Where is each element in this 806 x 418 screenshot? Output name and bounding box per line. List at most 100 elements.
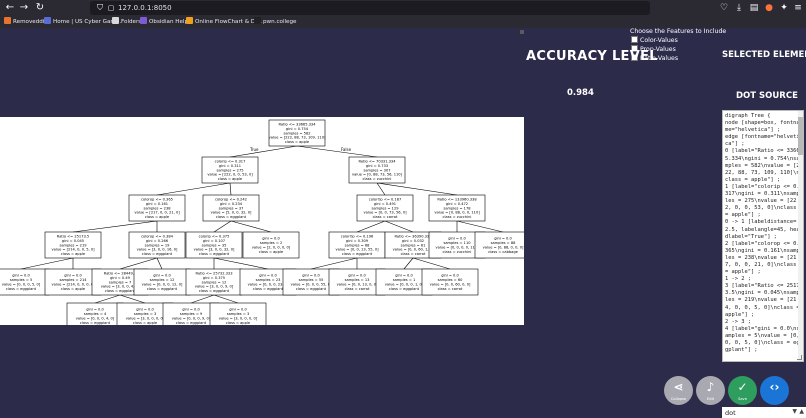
tree-node-text: class = apple — [61, 252, 86, 256]
bookmark-item[interactable]: Removeddit — [4, 17, 47, 27]
tree-node-text: colorop <= 0.365 — [141, 198, 173, 202]
bookmark-item[interactable]: Obsidian Help — [140, 17, 188, 27]
share-button[interactable]: ⋖ Collapse — [664, 376, 693, 405]
tree-node-text: value = [3, 0, 0, 0, 0] — [126, 317, 165, 321]
tree-node[interactable]: colorip <= 0.375gini = 0.107samples = 35… — [185, 231, 243, 259]
tree-edge — [119, 294, 146, 304]
bookmark-label: pwn.college — [263, 19, 297, 25]
selected-element-title: SELECTED ELEMENT — [722, 50, 806, 60]
browser-toolbar: ← → ↻ ⛉ ▢ 127.0.0.1:8050 ♡ ⤓ ▤ ● ✦ ≡ — [0, 0, 806, 16]
tree-node-text: colorop <= 0.242 — [215, 198, 247, 202]
tree-node-text: samples = 2 — [260, 241, 283, 245]
download-icon[interactable]: ⤓ — [733, 2, 745, 14]
tree-node-text: class = eggplant — [176, 321, 207, 325]
tree-node[interactable]: gini = 0.0samples = 60value = [0, 0, 60,… — [421, 268, 479, 296]
tree-node-text: samples = 12 — [202, 280, 227, 284]
chevron-down-icon[interactable]: ▼ — [792, 408, 797, 415]
graph-placeholder — [520, 30, 524, 34]
tree-edge — [296, 145, 378, 158]
puzzle-icon[interactable]: ✦ — [778, 2, 790, 14]
tree-node-text: value = [0, 0, 60, 0, 0] — [430, 283, 471, 287]
bookmark-item[interactable]: pwn.college — [254, 17, 297, 27]
menu-icon[interactable]: ≡ — [792, 2, 804, 14]
resize-handle[interactable] — [797, 355, 802, 360]
tree-node[interactable]: colorip <= 0.317gini = 0.311samples = 27… — [201, 156, 259, 184]
scrollbar[interactable] — [798, 111, 803, 361]
tree-node[interactable]: colorop <= 0.242gini = 0.234samples = 37… — [202, 194, 260, 222]
tree-node-text: gini = 0.0 — [86, 308, 104, 312]
tree-node-text: gini = 0.733 — [366, 164, 388, 168]
tree-node-text: value = [3, 0, 0, 32, 0] — [194, 248, 235, 252]
tree-node[interactable]: Ratio <= 133960.338gini = 0.472samples =… — [428, 194, 486, 222]
dot-source-text[interactable]: digraph Tree { node [shape=box, fontname… — [723, 111, 803, 356]
bookmark-item[interactable]: Home | US Cyber Gam... — [44, 17, 121, 27]
page-info-icon[interactable]: ▢ — [105, 2, 117, 14]
tree-node[interactable]: gini = 0.0samples = 12value = [0, 0, 0, … — [133, 268, 191, 296]
save-button-label: Save — [738, 397, 747, 401]
tree-node-text: gini = 0.49 — [110, 276, 131, 280]
tree-node[interactable]: colorop <= 0.384gini = 0.266samples = 19… — [128, 231, 186, 259]
tree-node[interactable]: colorop <= 0.365gini = 0.161samples = 23… — [128, 194, 186, 222]
tree-node-text: gini = 0.045 — [62, 239, 84, 243]
tree-edge — [356, 220, 386, 233]
tree-edge — [213, 220, 232, 233]
tree-node-text: class = eggplant — [142, 252, 173, 256]
search-input[interactable] — [725, 407, 785, 418]
tree-node-text: class = eggplant — [147, 287, 178, 291]
tree-node-text: value = [5, 0, 0, 32, 0] — [211, 211, 252, 215]
tree-node[interactable]: colorOp <= 0.196gini = 0.309samples = 68… — [328, 231, 386, 259]
tree-node[interactable]: colorOp <= 0.187gini = 0.491samples = 12… — [356, 194, 414, 222]
tree-node-text: samples = 35 — [202, 243, 227, 247]
tree-node[interactable]: Ratio <= 25732.333gini = 0.375samples = … — [185, 268, 243, 296]
tree-node-text: Ratio <= 133960.338 — [437, 198, 477, 202]
tree-node-text: gini = 0.0 — [64, 274, 82, 278]
tree-node-text: class = eggplant — [105, 289, 136, 293]
tree-node-text: samples = 19 — [145, 243, 171, 247]
chevron-up-icon[interactable]: ▲ — [799, 408, 804, 415]
edge-label-true: True — [249, 147, 259, 152]
accuracy-value: 0.984 — [567, 88, 594, 98]
reload-icon[interactable]: ↻ — [34, 2, 46, 14]
tree-node-text: class = carrot — [401, 252, 426, 256]
tree-node-text: value = [0, 88, 0, 0, 0] — [483, 246, 524, 250]
tree-node[interactable]: gini = 0.0samples = 88value = [0, 88, 0,… — [474, 231, 524, 259]
save-button[interactable]: ✓ Save — [728, 376, 757, 405]
tree-node-text: value = [214, 0, 0, 0, 0] — [51, 283, 95, 287]
tree-node-text: samples = 110 — [443, 241, 471, 245]
scrollbar-thumb[interactable] — [798, 117, 803, 155]
tree-node-text: class = eggplant — [389, 287, 420, 291]
pocket-icon[interactable]: ♡ — [718, 2, 730, 14]
tree-node[interactable]: Ratio <= 25173.5gini = 0.045samples = 21… — [44, 231, 102, 259]
tree-node[interactable]: Ratio <= 70331.334gini = 0.733samples = … — [348, 156, 406, 184]
forward-arrow-icon[interactable]: → — [18, 2, 30, 14]
tree-node[interactable]: Ratio <= 33665.334gini = 0.754samples = … — [269, 119, 326, 147]
checkbox[interactable] — [631, 36, 638, 43]
bookmark-item[interactable]: Online FlowChart & Di... — [186, 17, 262, 27]
tree-node-text: colorip <= 0.317 — [215, 160, 246, 164]
edit-button[interactable]: ♪ Edit — [696, 376, 725, 405]
tree-node-text: samples = 12 — [150, 278, 175, 282]
code-button[interactable]: ‹› — [760, 376, 789, 405]
dot-source-textarea[interactable]: digraph Tree { node [shape=box, fontname… — [722, 110, 804, 362]
url-bar[interactable]: ⛉ ▢ 127.0.0.1:8050 — [90, 1, 650, 15]
tree-node-text: class = zucchini — [443, 250, 472, 254]
back-arrow-icon[interactable]: ← — [4, 2, 16, 14]
tree-edge — [72, 220, 158, 233]
tree-node-text: class = eggplant — [253, 287, 284, 291]
bookmark-item[interactable]: Folders — [112, 17, 141, 27]
tree-node-text: samples = 60 — [438, 278, 464, 282]
tree-edge — [412, 257, 451, 270]
tree-node-text: gini = 0.754 — [286, 127, 309, 131]
tree-node[interactable]: gini = 0.0samples = 4value = [0, 0, 0, 4… — [66, 302, 124, 325]
tree-node[interactable]: gini = 0.0samples = 5value = [0, 0, 0, 5… — [0, 268, 50, 296]
url-text[interactable]: 127.0.0.1:8050 — [118, 2, 172, 14]
feature-option[interactable]: Color-Values — [630, 36, 726, 45]
tree-node-text: gini = 0.0 — [348, 274, 366, 278]
tree-node[interactable]: gini = 0.0samples = 2value = [2, 0, 0, 0… — [242, 231, 300, 259]
firefox-account-icon[interactable]: ● — [763, 2, 775, 14]
tree-edge — [229, 145, 298, 158]
tree-node[interactable]: gini = 0.0samples = 3value = [3, 0, 0, 0… — [209, 302, 267, 325]
bookmark-favicon-icon — [44, 17, 51, 24]
extensions-icon[interactable]: ▤ — [748, 2, 760, 14]
tree-node-text: gini = 0.0 — [302, 274, 320, 278]
